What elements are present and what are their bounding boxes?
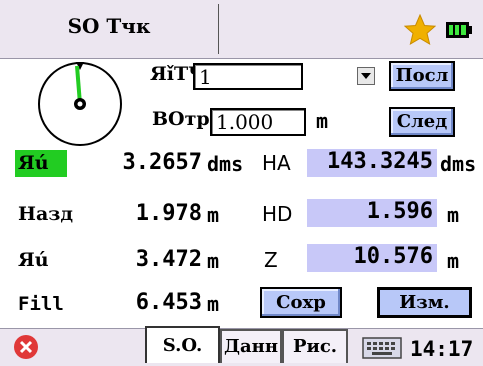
point-dropdown-button[interactable] (357, 67, 375, 85)
distance-unit: m (207, 203, 220, 227)
point-input[interactable]: 1 (193, 63, 303, 90)
clock: 14:17 (410, 337, 474, 361)
ha-unit: dms (440, 152, 477, 176)
edit-button-label: Изм. (380, 290, 469, 315)
distance-value: 1.978 (135, 201, 202, 226)
z-value: 10.576 (307, 244, 437, 272)
fill-value: 6.453 (135, 290, 202, 315)
hd-value: 1.596 (307, 199, 437, 227)
tab-figure[interactable]: Рис. (282, 329, 348, 363)
angle-label: Яú (18, 152, 49, 174)
title-divider (218, 4, 219, 54)
prev-button[interactable]: Посл (389, 61, 455, 91)
hd-label: HD (262, 202, 293, 226)
z-label: Z (264, 248, 278, 272)
angle-unit: dms (207, 152, 244, 176)
tab-data[interactable]: Данн (220, 329, 282, 363)
distance-label: Назд (18, 203, 74, 225)
angle-value: 3.2657 (122, 150, 202, 175)
height-diff-value: 3.472 (135, 247, 202, 272)
next-button[interactable]: След (389, 107, 455, 137)
fill-label: Fill (18, 293, 64, 315)
save-button[interactable]: Сохр (260, 287, 342, 318)
height-diff-label: Яú (18, 249, 49, 271)
tab-so[interactable]: S.O. (145, 326, 220, 363)
keyboard-icon[interactable] (362, 337, 402, 359)
fill-unit: m (207, 292, 220, 316)
height-input[interactable]: 1.000 (210, 108, 306, 136)
compass-icon (38, 62, 122, 146)
star-icon[interactable] (404, 14, 436, 46)
page-title: SO Тчк (67, 14, 151, 38)
height-diff-unit: m (207, 249, 220, 273)
ha-label: HA (262, 151, 291, 175)
z-unit: m (447, 249, 460, 273)
close-icon[interactable] (13, 334, 39, 360)
chevron-down-icon (361, 73, 371, 79)
battery-icon (446, 22, 472, 38)
hd-unit: m (447, 203, 460, 227)
ha-value: 143.3245 (307, 149, 437, 177)
height-label: ВОтр (152, 108, 210, 130)
edit-button[interactable]: Изм. (377, 287, 472, 318)
height-unit: m (316, 109, 329, 133)
